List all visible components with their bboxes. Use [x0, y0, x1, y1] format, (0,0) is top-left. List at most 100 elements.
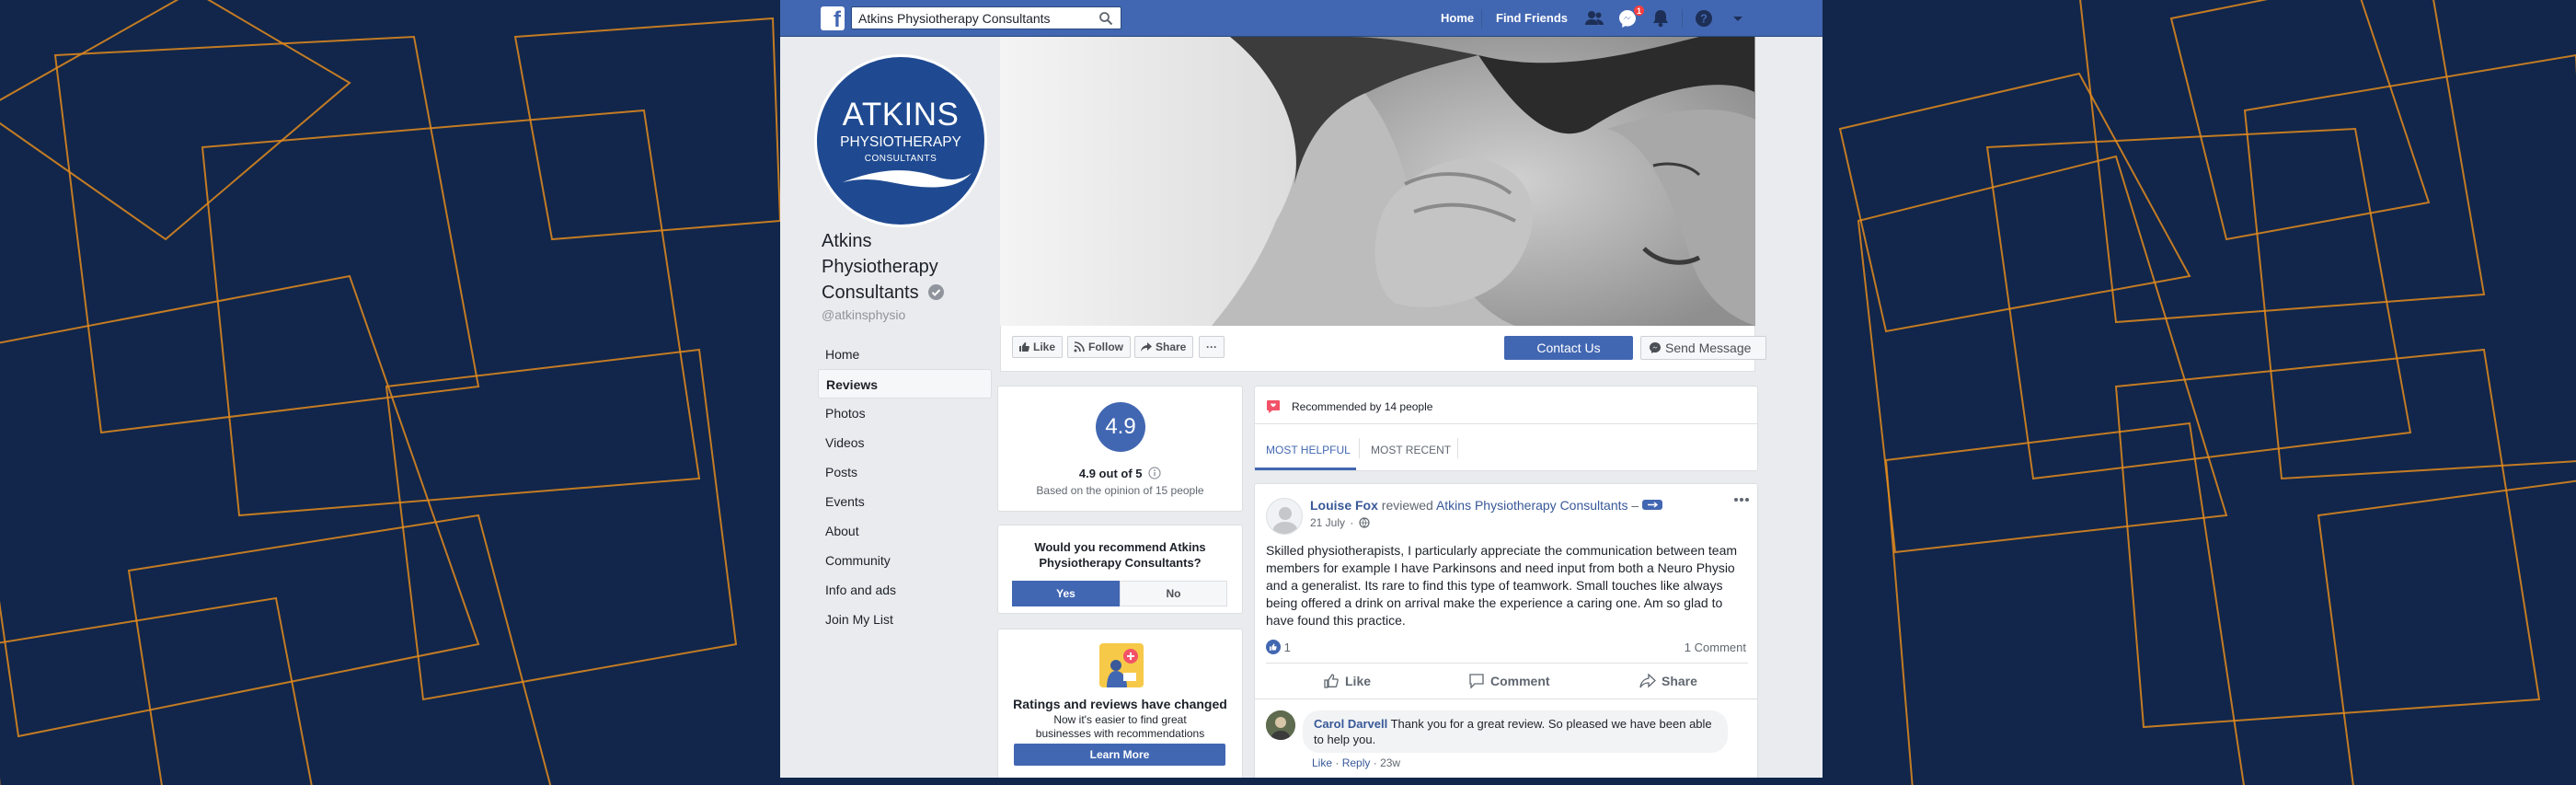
- commenter-avatar[interactable]: [1266, 710, 1295, 740]
- nav-find-friends-link[interactable]: Find Friends: [1496, 11, 1568, 25]
- recommended-by-text: Recommended by 14 people: [1292, 400, 1433, 413]
- comment-reply-link[interactable]: Reply: [1342, 756, 1371, 769]
- page-sidebar-nav: Home Reviews Photos Videos Posts Events …: [818, 340, 992, 634]
- review-post-card: Louise Fox reviewed Atkins Physiotherapy…: [1254, 483, 1758, 778]
- dot-separator: ·: [1373, 756, 1377, 769]
- divider: [1266, 663, 1748, 664]
- reaction-summary[interactable]: 1: [1266, 640, 1291, 654]
- active-tab-underline: [1255, 468, 1356, 470]
- tab-most-helpful[interactable]: MOST HELPFUL: [1266, 444, 1351, 456]
- review-date-row: 21 July ·: [1310, 516, 1370, 529]
- rating-summary-row: 4.9 out of 5: [998, 467, 1242, 480]
- review-comment-label: Comment: [1490, 674, 1550, 688]
- thumbs-up-icon: [1324, 674, 1339, 688]
- top-navigation-bar: f Home Find Friends 1 ?: [780, 0, 1823, 37]
- sidebar-item-reviews[interactable]: Reviews: [818, 369, 992, 398]
- divider: [1255, 698, 1757, 699]
- review-date[interactable]: 21 July: [1310, 516, 1345, 529]
- nav-home-link[interactable]: Home: [1441, 11, 1474, 25]
- ratings-changed-card: Ratings and reviews have changed Now it'…: [997, 629, 1243, 778]
- review-headline: Louise Fox reviewed Atkins Physiotherapy…: [1310, 498, 1663, 513]
- info-icon[interactable]: [1148, 467, 1161, 479]
- globe-icon[interactable]: [1359, 517, 1370, 528]
- sidebar-item-photos[interactable]: Photos: [818, 398, 992, 428]
- review-like-label: Like: [1345, 674, 1372, 688]
- review-comment-button[interactable]: Comment: [1468, 674, 1550, 689]
- comment-like-link[interactable]: Like: [1312, 756, 1332, 769]
- logo-tagline: CONSULTANTS: [864, 154, 937, 164]
- comment-count-link[interactable]: 1 Comment: [1685, 641, 1746, 654]
- tab-divider: [1359, 438, 1360, 458]
- like-page-button[interactable]: Like: [1012, 336, 1064, 358]
- sidebar-item-posts[interactable]: Posts: [818, 457, 992, 487]
- sidebar-item-info-and-ads[interactable]: Info and ads: [818, 575, 992, 605]
- help-icon[interactable]: ?: [1694, 8, 1714, 29]
- review-share-label: Share: [1662, 674, 1697, 688]
- review-body-text: Skilled physiotherapists, I particularly…: [1266, 543, 1738, 628]
- ratings-changed-body: Now it's easier to find great businesses…: [1035, 713, 1205, 740]
- logo-wordmark: ATKINS: [842, 97, 960, 133]
- headline-dash: –: [1631, 498, 1639, 513]
- rating-based-on-text: Based on the opinion of 15 people: [1036, 484, 1204, 497]
- page-action-bar: Like Follow Share ··· Contact Us Send Me…: [1000, 326, 1766, 372]
- notifications-bell-icon[interactable]: [1650, 8, 1671, 29]
- messenger-icon: [1650, 342, 1661, 353]
- dot-separator: ·: [1335, 756, 1340, 769]
- search-icon[interactable]: [1098, 11, 1113, 26]
- reviews-header-card: Recommended by 14 people MOST HELPFUL MO…: [1254, 386, 1758, 471]
- sidebar-item-join-my-list[interactable]: Join My List: [818, 605, 992, 634]
- sidebar-item-home[interactable]: Home: [818, 340, 992, 369]
- rating-summary-card: 4.9 4.9 out of 5 Based on the opinion of…: [997, 386, 1243, 512]
- facebook-logo-icon[interactable]: f: [821, 6, 845, 30]
- post-options-icon[interactable]: [1733, 497, 1750, 502]
- cover-photo-image: [1000, 37, 1755, 326]
- follow-page-label: Follow: [1088, 341, 1123, 353]
- reviewer-name-link[interactable]: Louise Fox: [1310, 498, 1378, 513]
- recommend-prompt-card: Would you recommend Atkins Physiotherapy…: [997, 525, 1243, 614]
- follow-page-button[interactable]: Follow: [1067, 336, 1131, 358]
- like-count: 1: [1283, 641, 1291, 654]
- nav-divider: [1481, 9, 1482, 28]
- like-page-label: Like: [1033, 341, 1056, 353]
- rating-summary-text: 4.9 out of 5: [1078, 467, 1143, 480]
- more-options-button[interactable]: ···: [1199, 336, 1225, 358]
- share-page-button[interactable]: Share: [1134, 336, 1194, 358]
- recommend-yes-button[interactable]: Yes: [1012, 581, 1120, 606]
- share-arrow-icon: [1141, 342, 1152, 352]
- recommend-question: Would you recommend Atkins Physiotherapy…: [1034, 540, 1206, 570]
- search-input[interactable]: [852, 7, 1091, 29]
- recommendation-icon: [1267, 400, 1280, 413]
- page-title-text: Atkins Physiotherapy Consultants: [822, 231, 938, 303]
- tab-most-recent[interactable]: MOST RECENT: [1371, 444, 1451, 456]
- sidebar-item-videos[interactable]: Videos: [818, 428, 992, 457]
- reviewer-avatar[interactable]: [1266, 498, 1303, 535]
- comment-actions: Like · Reply · 23w: [1312, 756, 1400, 769]
- page-username: @atkinsphysio: [822, 307, 906, 322]
- recommends-icon: [1642, 500, 1663, 510]
- sidebar-item-community[interactable]: Community: [818, 546, 992, 575]
- divider: [1255, 423, 1757, 424]
- page-profile-picture[interactable]: ATKINS PHYSIOTHERAPY CONSULTANTS: [814, 54, 987, 227]
- commenter-photo-icon: [1266, 710, 1295, 740]
- learn-more-button[interactable]: Learn More: [1014, 744, 1225, 766]
- sidebar-item-events[interactable]: Events: [818, 487, 992, 516]
- notification-count-badge: 1: [1633, 5, 1645, 17]
- recommend-no-button[interactable]: No: [1120, 581, 1227, 606]
- account-menu-chevron-icon[interactable]: [1728, 8, 1748, 29]
- cover-photo[interactable]: [1000, 37, 1755, 326]
- ratings-illustration-icon: [1099, 643, 1144, 687]
- sidebar-item-about[interactable]: About: [818, 516, 992, 546]
- nav-divider: [1682, 9, 1683, 28]
- logo-subtitle: PHYSIOTHERAPY: [840, 134, 961, 150]
- review-like-button[interactable]: Like: [1323, 674, 1371, 688]
- contact-us-button[interactable]: Contact Us: [1504, 336, 1633, 360]
- reviewed-page-link[interactable]: Atkins Physiotherapy Consultants: [1436, 498, 1628, 513]
- send-message-button[interactable]: Send Message: [1640, 336, 1766, 360]
- review-share-button[interactable]: Share: [1639, 673, 1697, 688]
- share-page-label: Share: [1156, 341, 1187, 353]
- commenter-name-link[interactable]: Carol Darvell: [1314, 717, 1387, 731]
- ratings-changed-title: Ratings and reviews have changed: [1013, 697, 1227, 711]
- friend-requests-icon[interactable]: [1584, 8, 1604, 29]
- facebook-page-window: f Home Find Friends 1 ?: [780, 0, 1823, 778]
- reviewed-verb: reviewed: [1381, 498, 1433, 513]
